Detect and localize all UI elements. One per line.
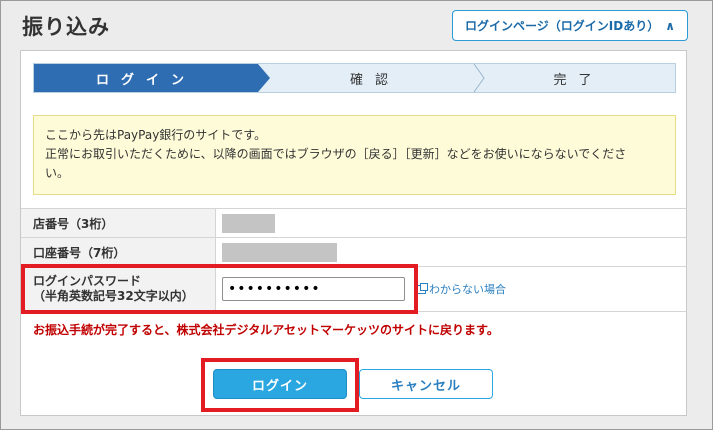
step-complete: 完了 xyxy=(553,72,604,88)
branch-number-label: 店番号（3桁） xyxy=(21,209,216,237)
table-row: 店番号（3桁） xyxy=(21,209,686,238)
chevron-up-icon: ∧ xyxy=(665,18,675,33)
login-form-table: 店番号（3桁） 口座番号（7桁） ログインパスワード （半角英数記号32文字以内… xyxy=(21,208,686,312)
notice-box: ここから先はPayPay銀行のサイトです。 正常にお取引いただくために、以降の画… xyxy=(33,115,676,195)
branch-number-value xyxy=(222,213,275,233)
external-window-icon xyxy=(417,282,428,294)
step-progress-bar: ログイン 確認 完了 xyxy=(33,63,676,93)
account-number-label: 口座番号（7桁） xyxy=(21,238,216,266)
table-row: ログインパスワード （半角英数記号32文字以内） わからない場合 xyxy=(21,267,686,312)
login-page-link[interactable]: ログインページ（ログインIDあり） ∧ xyxy=(452,10,688,41)
step-confirm: 確認 xyxy=(349,72,400,88)
notice-line: 正常にお取引いただくために、以降の画面ではブラウザの［戻る］［更新］などをお使い… xyxy=(45,147,627,161)
password-help-link[interactable]: わからない場合 xyxy=(417,281,506,297)
cancel-button[interactable]: キャンセル xyxy=(359,369,493,399)
password-label: ログインパスワード （半角英数記号32文字以内） xyxy=(21,267,216,311)
password-help-link-label: わからない場合 xyxy=(429,283,506,296)
password-label-title: ログインパスワード xyxy=(33,274,142,288)
login-button[interactable]: ログイン xyxy=(213,369,347,399)
page-title: 振り込み xyxy=(22,15,110,39)
notice-line: ここから先はPayPay銀行のサイトです。 xyxy=(45,128,267,142)
transfer-panel: ログイン 確認 完了 ここから先はPayPay銀行のサイトです。 正常にお取引い… xyxy=(20,50,687,416)
notice-line: い。 xyxy=(45,166,70,180)
step-login: ログイン xyxy=(34,64,258,92)
account-number-value xyxy=(222,242,337,262)
password-label-hint: （半角英数記号32文字以内） xyxy=(33,289,194,303)
login-page-link-label: ログインページ（ログインIDあり） xyxy=(465,19,660,33)
password-input[interactable] xyxy=(222,277,405,301)
return-note: お振込手続が完了すると、株式会社デジタルアセットマーケッツのサイトに戻ります。 xyxy=(33,323,499,337)
step-arrow xyxy=(258,64,270,92)
table-row: 口座番号（7桁） xyxy=(21,238,686,267)
